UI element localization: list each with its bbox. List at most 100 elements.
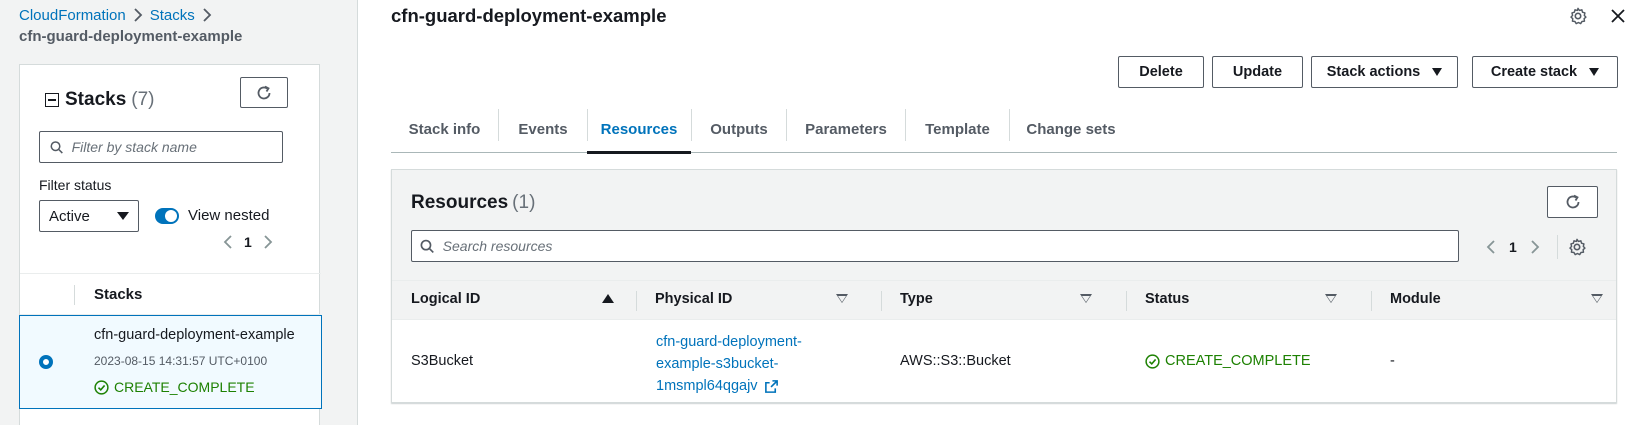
- view-nested-toggle[interactable]: [155, 208, 179, 224]
- resources-search-input[interactable]: [442, 238, 1458, 254]
- stack-filter-field[interactable]: [39, 131, 283, 163]
- stacks-header: Stacks (7): [45, 89, 155, 111]
- breadcrumb-cloudformation[interactable]: CloudFormation: [19, 7, 126, 24]
- stack-status: CREATE_COMPLETE: [94, 379, 255, 395]
- physical-id-line: cfn-guard-deployment-: [656, 334, 802, 350]
- resources-title: Resources (1): [411, 192, 535, 214]
- logical-id-cell: S3Bucket: [411, 353, 474, 369]
- stack-radio[interactable]: [39, 355, 53, 369]
- chevron-right-icon: [126, 6, 150, 24]
- settings-icon: [1570, 7, 1587, 25]
- column-physical-id[interactable]: Physical ID: [655, 291, 732, 307]
- column-status[interactable]: Status: [1145, 291, 1189, 307]
- detail-tabs: Stack info Events Resources Outputs Para…: [391, 105, 1617, 154]
- filter-status-label: Filter status: [39, 177, 112, 193]
- resources-table-header: Logical ID Physical ID Type Status Modul…: [392, 280, 1616, 320]
- create-stack-button[interactable]: Create stack: [1472, 56, 1618, 88]
- filter-status-select[interactable]: Active: [39, 200, 139, 232]
- sort-icon[interactable]: [1080, 294, 1092, 303]
- stacks-count: (7): [131, 89, 155, 110]
- stack-timestamp: 2023-08-15 14:31:57 UTC+0100: [94, 354, 268, 368]
- tab-events[interactable]: Events: [499, 105, 587, 153]
- status-cell: CREATE_COMPLETE: [1145, 353, 1311, 369]
- stack-actions-label: Stack actions: [1326, 64, 1421, 80]
- column-module[interactable]: Module: [1390, 291, 1441, 307]
- column-divider[interactable]: [1126, 291, 1127, 311]
- breadcrumb: CloudFormation Stacks: [19, 6, 219, 24]
- search-icon: [420, 239, 434, 253]
- module-cell: -: [1390, 353, 1395, 369]
- stacks-column-header: Stacks: [94, 286, 143, 303]
- collapse-icon[interactable]: [45, 93, 59, 107]
- create-stack-label: Create stack: [1490, 64, 1578, 80]
- physical-id-line: 1msmpl64qgajv: [656, 378, 758, 394]
- stacks-panel: Stacks (7) Filter status Active View nes…: [19, 64, 322, 425]
- column-type[interactable]: Type: [900, 291, 933, 307]
- resources-header: Resources(1) 1: [392, 170, 1616, 280]
- resources-panel: Resources(1) 1 Logic: [391, 169, 1617, 403]
- table-settings-button[interactable]: [1568, 238, 1586, 256]
- column-divider[interactable]: [881, 291, 882, 311]
- stack-row[interactable]: cfn-guard-deployment-example 2023-08-15 …: [19, 315, 322, 409]
- resources-title-text: Resources: [411, 192, 509, 213]
- refresh-stacks-button[interactable]: [240, 77, 288, 108]
- search-icon: [50, 140, 63, 154]
- close-panel-button[interactable]: [1607, 5, 1629, 27]
- stack-name[interactable]: cfn-guard-deployment-example: [94, 327, 295, 343]
- success-icon: [94, 379, 109, 395]
- tab-outputs[interactable]: Outputs: [692, 105, 786, 153]
- view-nested-label: View nested: [188, 207, 270, 224]
- stacks-page-number[interactable]: 1: [244, 234, 252, 250]
- tab-resources[interactable]: Resources: [587, 105, 691, 154]
- update-button[interactable]: Update: [1212, 56, 1303, 88]
- delete-button[interactable]: Delete: [1118, 56, 1204, 88]
- pager-divider: [1556, 235, 1558, 259]
- refresh-icon: [1566, 194, 1579, 209]
- sort-icon[interactable]: [1591, 294, 1603, 303]
- chevron-left-icon[interactable]: [218, 232, 238, 252]
- sort-icon[interactable]: [836, 294, 848, 303]
- tab-parameters[interactable]: Parameters: [787, 105, 905, 153]
- sort-ascending-icon[interactable]: [602, 294, 614, 303]
- physical-id-link[interactable]: cfn-guard-deployment- example-s3bucket- …: [656, 331, 802, 397]
- chevron-right-icon[interactable]: [258, 232, 278, 252]
- settings-icon: [1569, 238, 1586, 256]
- status-text: CREATE_COMPLETE: [1165, 353, 1311, 369]
- sort-icon[interactable]: [1325, 294, 1337, 303]
- type-cell: AWS::S3::Bucket: [900, 353, 1011, 369]
- filter-status-value: Active: [49, 207, 90, 225]
- physical-id-line: example-s3bucket-: [656, 356, 779, 372]
- resources-search-field[interactable]: [411, 230, 1459, 262]
- stacks-title: Stacks: [65, 89, 127, 110]
- breadcrumb-current: cfn-guard-deployment-example: [19, 28, 243, 45]
- column-logical-id[interactable]: Logical ID: [411, 291, 480, 307]
- column-divider: [74, 285, 75, 305]
- column-divider[interactable]: [1371, 291, 1372, 311]
- caret-down-icon: [117, 212, 129, 220]
- stack-status-text: CREATE_COMPLETE: [114, 379, 255, 395]
- refresh-icon: [257, 85, 271, 99]
- tab-change-sets[interactable]: Change sets: [1010, 105, 1132, 153]
- resources-count: (1): [512, 192, 536, 213]
- external-link-icon: [764, 379, 778, 393]
- stacks-sidebar: CloudFormation Stacks cfn-guard-deployme…: [0, 0, 358, 425]
- tab-stack-info[interactable]: Stack info: [391, 105, 498, 153]
- chevron-right-icon[interactable]: [1525, 237, 1545, 257]
- stacks-table-header: Stacks: [20, 273, 321, 315]
- tab-template[interactable]: Template: [906, 105, 1009, 153]
- chevron-left-icon[interactable]: [1481, 237, 1501, 257]
- success-icon: [1145, 353, 1160, 369]
- refresh-resources-button[interactable]: [1547, 186, 1598, 218]
- table-row: S3Bucket cfn-guard-deployment- example-s…: [392, 320, 1616, 404]
- column-divider[interactable]: [636, 291, 637, 311]
- resources-page-number[interactable]: 1: [1509, 239, 1517, 255]
- close-icon: [1611, 9, 1625, 23]
- stacks-pagination: 1: [218, 232, 278, 252]
- stack-actions-button[interactable]: Stack actions: [1311, 56, 1458, 88]
- page-title: cfn-guard-deployment-example: [391, 5, 667, 26]
- preferences-button[interactable]: [1567, 5, 1589, 27]
- chevron-right-icon: [195, 6, 219, 24]
- breadcrumb-stacks[interactable]: Stacks: [150, 7, 195, 24]
- resources-pagination: 1: [1481, 235, 1586, 259]
- stack-filter-input[interactable]: [71, 139, 282, 155]
